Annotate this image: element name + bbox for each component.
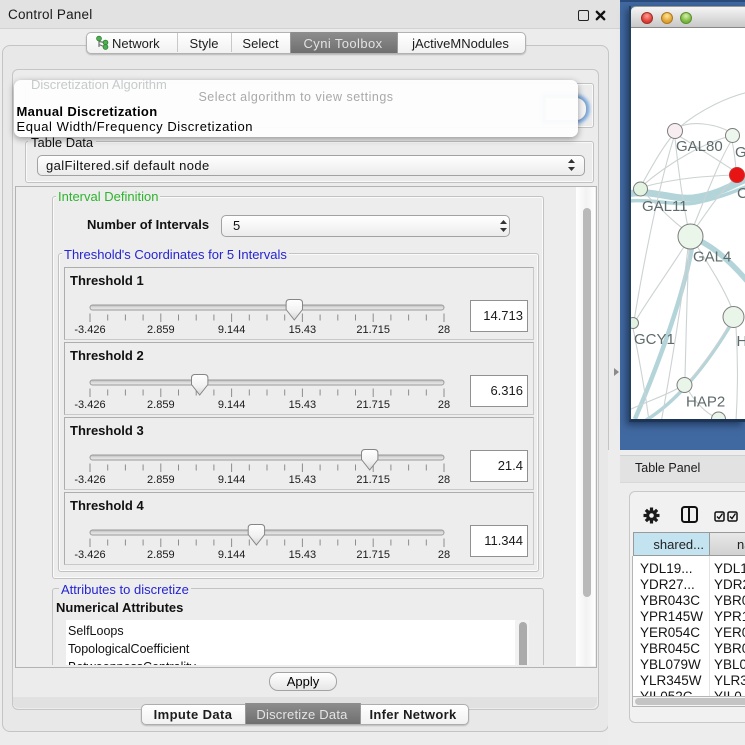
svg-text:H: H (737, 333, 745, 350)
svg-text:HAP2: HAP2 (686, 394, 725, 411)
svg-text:GCY1: GCY1 (634, 331, 675, 348)
svg-text:C: C (737, 185, 745, 202)
svg-text:GAL4: GAL4 (693, 249, 731, 266)
svg-text:GAL11: GAL11 (642, 198, 688, 215)
svg-text:GAL80: GAL80 (676, 138, 723, 155)
svg-text:GAL1: GAL1 (735, 144, 745, 161)
